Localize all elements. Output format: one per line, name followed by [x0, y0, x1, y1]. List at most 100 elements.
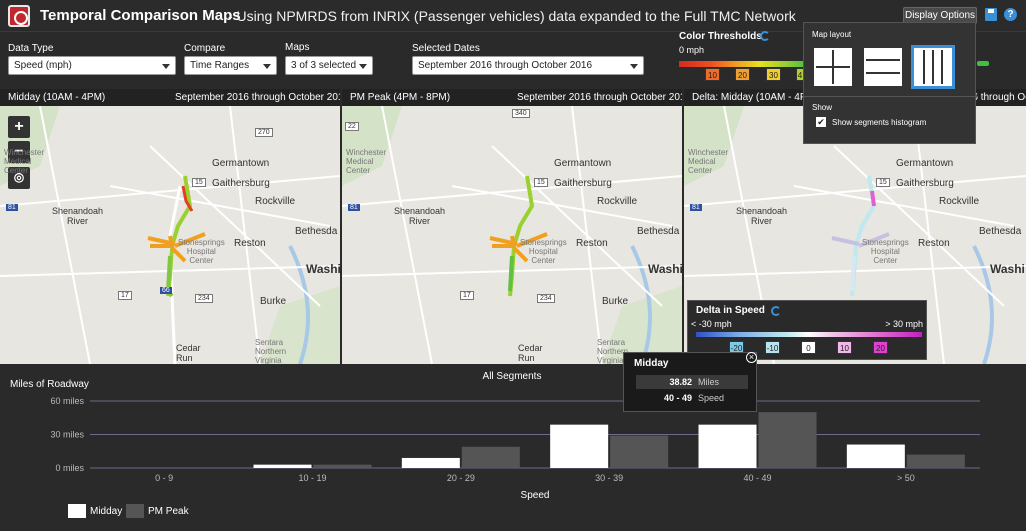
delta-legend: Delta in Speed < -30 mph > 30 mph -20 -1… — [687, 300, 927, 360]
route-shield: 234 — [195, 294, 213, 303]
chevron-down-icon — [162, 64, 170, 69]
bar-midday — [846, 444, 905, 468]
map-label: Bethesda — [979, 226, 1022, 237]
histogram-tooltip: Midday × 38.82 Miles 40 - 49 Speed — [623, 352, 757, 412]
zoom-in-button[interactable]: + — [8, 116, 30, 138]
map-label-stonesprings: Stonesprings Hospital Center — [862, 238, 909, 265]
reset-delta-icon[interactable] — [771, 306, 781, 316]
histogram-chart: Miles of Roadway All Segments Speed 60 mile… — [10, 371, 980, 501]
map-label: Washi — [990, 262, 1025, 276]
bar-pm-peak — [610, 435, 669, 468]
map-view-pm-peak[interactable]: Germantown Gaithersburg Rockville Bethes… — [342, 106, 682, 364]
route-shield: 340 — [512, 109, 530, 118]
x-tick-label: 10 - 19 — [298, 473, 326, 483]
route-shield: 15 — [192, 178, 206, 187]
compare-value: Time Ranges — [190, 60, 250, 71]
legend-swatch-pm-peak — [126, 504, 144, 518]
tooltip-range-label: Speed — [698, 393, 725, 403]
threshold-color-bar — [679, 61, 809, 67]
route-shield: 22 — [345, 122, 359, 131]
x-axis-label: Speed — [521, 490, 550, 501]
map-label-shenandoah: Shenandoah River — [736, 206, 788, 226]
x-tick-label: 30 - 39 — [595, 473, 623, 483]
y-tick-label: 60 miles — [50, 396, 84, 406]
y-tick-label: 0 miles — [55, 463, 84, 473]
map-label-cedar: Cedar Run — [518, 343, 543, 363]
histogram-checkbox[interactable]: ✔ — [816, 117, 826, 127]
map-label: Gaithersburg — [212, 178, 270, 189]
map-label: Gaithersburg — [896, 178, 954, 189]
map-label: Rockville — [597, 196, 638, 207]
map-label: Rockville — [255, 196, 296, 207]
compare-select[interactable]: Time Ranges — [184, 56, 277, 75]
map-basemap — [0, 106, 340, 364]
dates-label: Selected Dates — [412, 43, 480, 54]
bar-pm-peak — [313, 464, 372, 468]
y-axis-label: Miles of Roadway — [10, 379, 89, 390]
map-label: Germantown — [554, 158, 612, 169]
map-label: Burke — [260, 296, 287, 307]
map-label-stonesprings: Stonesprings Hospital Center — [520, 238, 567, 265]
layout-grid-option[interactable] — [814, 48, 852, 86]
bar-midday — [550, 424, 609, 468]
threshold-tick[interactable]: 30 — [766, 68, 781, 81]
delta-tick[interactable]: -10 — [765, 341, 780, 354]
map-header-1: Midday (10AM - 4PM) September 2016 throu… — [0, 89, 340, 106]
map-label: Burke — [602, 296, 629, 307]
data-type-label: Data Type — [8, 43, 54, 54]
threshold-tick[interactable]: 10 — [705, 68, 720, 81]
delta-tick[interactable]: 10 — [837, 341, 852, 354]
delta-low-label: < -30 mph — [691, 319, 732, 329]
maps-label: Maps — [285, 42, 310, 53]
maps-select[interactable]: 3 of 3 selected — [285, 56, 373, 75]
layout-rows-option[interactable] — [864, 48, 902, 86]
threshold-tick[interactable]: 20 — [735, 68, 750, 81]
maps-value: 3 of 3 selected — [291, 60, 357, 71]
compare-label: Compare — [184, 43, 226, 54]
route-shield: 15 — [876, 178, 890, 187]
data-type-value: Speed (mph) — [14, 60, 72, 71]
delta-color-bar — [696, 332, 922, 337]
bar-midday — [698, 424, 757, 468]
chart-title: All Segments — [483, 371, 542, 382]
threshold-min-label: 0 mph — [679, 45, 705, 55]
app-title: Temporal Comparison Maps — [40, 7, 241, 24]
route-shield: 270 — [255, 128, 273, 137]
map-label-cedar: Cedar Run — [176, 343, 201, 363]
map-label: Bethesda — [637, 226, 680, 237]
map-view-midday[interactable]: + − ◎ Germantown Gaithersburg Rockville … — [0, 106, 340, 364]
help-icon[interactable]: ? — [1004, 8, 1017, 21]
tooltip-range-value: 40 - 49 — [663, 393, 692, 403]
map-label: Bethesda — [295, 226, 338, 237]
route-shield: 81 — [690, 204, 702, 211]
x-tick-label: 0 - 9 — [155, 473, 173, 483]
route-shield: 17 — [460, 291, 474, 300]
delta-tick[interactable]: 0 — [801, 341, 816, 354]
app-subtitle: - Using NPMRDS from INRIX (Passenger veh… — [228, 8, 796, 24]
map-label-stonesprings: Stonesprings Hospital Center — [178, 238, 225, 265]
layout-columns-option[interactable] — [911, 45, 955, 89]
map-dates: September 2016 through October 2016 — [517, 92, 682, 103]
map-dates: September 2016 through October 2016 — [175, 92, 340, 103]
dates-select[interactable]: September 2016 through October 2016 — [412, 56, 644, 75]
x-tick-label: 40 - 49 — [743, 473, 771, 483]
chevron-down-icon — [263, 64, 271, 69]
bar-pm-peak — [906, 454, 965, 468]
route-shield: 15 — [534, 178, 548, 187]
chevron-down-icon — [359, 64, 367, 69]
data-type-select[interactable]: Speed (mph) — [8, 56, 176, 75]
map-basemap — [342, 106, 682, 364]
app-logo-icon — [8, 5, 30, 27]
reset-thresholds-icon[interactable] — [760, 31, 770, 41]
delta-tick[interactable]: 20 — [873, 341, 888, 354]
map-label: Gaithersburg — [554, 178, 612, 189]
close-icon[interactable]: × — [746, 352, 757, 363]
map-label: Reston — [576, 238, 608, 249]
x-tick-label: 20 - 29 — [447, 473, 475, 483]
map-label: Germantown — [896, 158, 954, 169]
map-period: PM Peak (4PM - 8PM) — [350, 92, 451, 103]
tooltip-miles-value: 38.82 — [669, 377, 692, 387]
bar-midday — [401, 457, 460, 468]
map-label: Washi — [306, 262, 340, 276]
save-icon[interactable] — [985, 8, 997, 21]
